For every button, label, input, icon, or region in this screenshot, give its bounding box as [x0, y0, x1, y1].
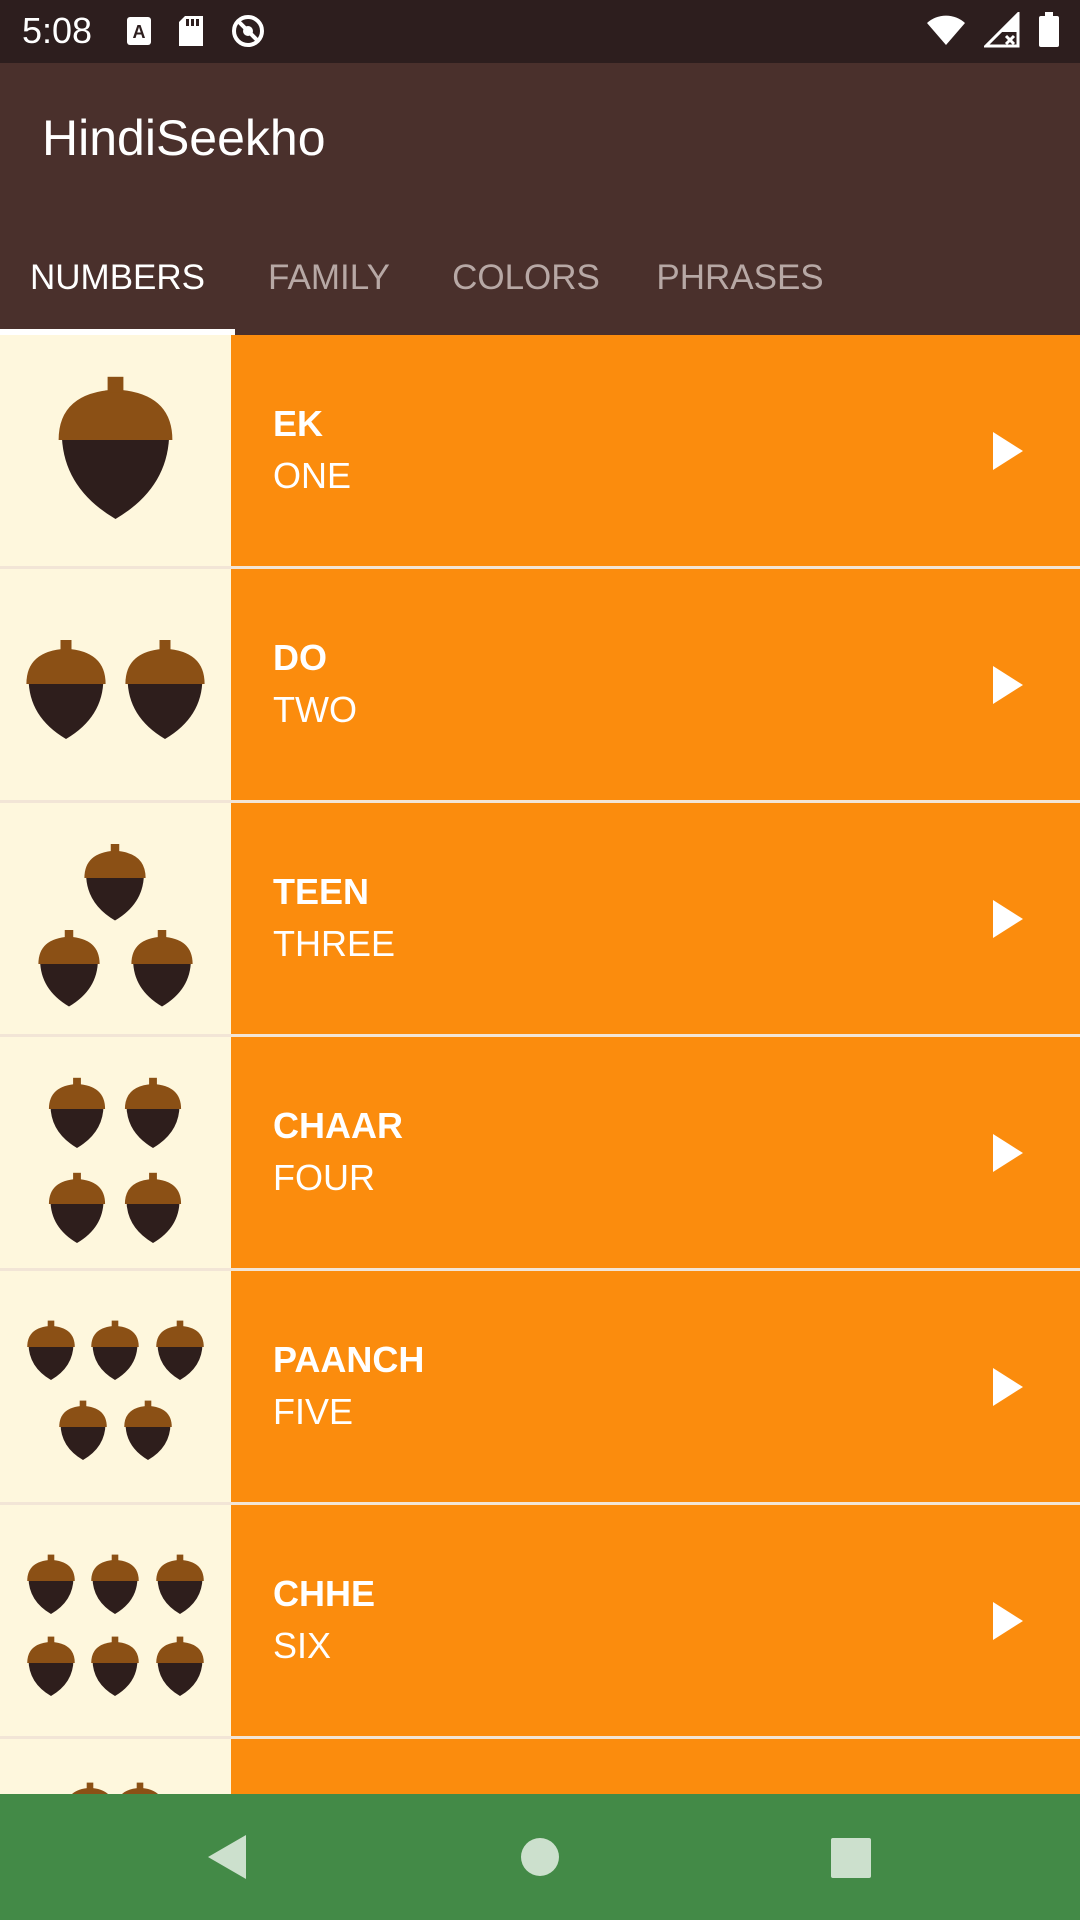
- tab-bar: NUMBERS FAMILY COLORS PHRASES: [0, 223, 1080, 335]
- english-word: TWO: [273, 689, 357, 730]
- list-item[interactable]: TEEN THREE: [0, 803, 1080, 1034]
- numbers-list[interactable]: EK ONE DO TWO TEEN THREE CHAAR FOUR PAAN…: [0, 335, 1080, 1794]
- tab-numbers[interactable]: NUMBERS: [0, 223, 235, 335]
- status-system-icons: [926, 10, 1060, 53]
- status-time: 5:08: [22, 10, 93, 51]
- hindi-word: PAANCH: [273, 1339, 425, 1380]
- english-word: ONE: [273, 455, 352, 496]
- list-item[interactable]: [0, 1739, 1080, 1794]
- english-word: FIVE: [273, 1391, 354, 1432]
- english-word: FOUR: [273, 1157, 375, 1198]
- app-title: HindiSeekho: [42, 110, 326, 166]
- list-item[interactable]: PAANCH FIVE: [0, 1271, 1080, 1502]
- hindi-word: DO: [273, 637, 327, 678]
- status-bar: 5:08 A: [0, 0, 1080, 63]
- home-circle-icon[interactable]: [480, 1794, 600, 1920]
- hindi-word: CHHE: [273, 1573, 376, 1614]
- play-icon[interactable]: [993, 1368, 1023, 1411]
- no-sync-icon: [230, 13, 266, 54]
- hindi-word: EK: [273, 403, 324, 444]
- acorn-five-icon: [0, 1271, 231, 1502]
- svg-text:A: A: [133, 22, 146, 42]
- play-icon[interactable]: [993, 1602, 1023, 1645]
- navigation-bar: [0, 1794, 1080, 1920]
- battery-icon: [1038, 12, 1060, 53]
- english-word: SIX: [273, 1625, 332, 1666]
- acorn-six-icon: [0, 1505, 231, 1736]
- acorn-seven-icon: [0, 1739, 231, 1794]
- hindi-word: CHAAR: [273, 1105, 403, 1146]
- back-triangle-icon[interactable]: [166, 1794, 286, 1920]
- list-item[interactable]: DO TWO: [0, 569, 1080, 800]
- signal-icon: [982, 10, 1020, 53]
- status-notification-icons: A: [126, 13, 266, 54]
- acorn-three-icon: [0, 803, 231, 1034]
- acorn-one-icon: [0, 335, 231, 566]
- play-icon[interactable]: [993, 432, 1023, 475]
- play-icon[interactable]: [993, 900, 1023, 943]
- play-icon[interactable]: [993, 666, 1023, 709]
- list-item[interactable]: CHAAR FOUR: [0, 1037, 1080, 1268]
- play-icon[interactable]: [993, 1134, 1023, 1177]
- tab-phrases[interactable]: PHRASES: [640, 223, 840, 335]
- hindi-word: TEEN: [273, 871, 370, 912]
- wifi-icon: [926, 14, 966, 51]
- acorn-two-icon: [0, 569, 231, 800]
- tab-colors[interactable]: COLORS: [432, 223, 620, 335]
- recents-square-icon[interactable]: [790, 1794, 910, 1920]
- acorn-four-icon: [0, 1037, 231, 1268]
- list-item[interactable]: CHHE SIX: [0, 1505, 1080, 1736]
- list-item[interactable]: EK ONE: [0, 335, 1080, 566]
- font-a-icon: A: [126, 16, 152, 51]
- sd-card-icon: [178, 15, 204, 52]
- tab-family[interactable]: FAMILY: [240, 223, 418, 335]
- app-bar: HindiSeekho NUMBERS FAMILY COLORS PHRASE…: [0, 63, 1080, 335]
- english-word: THREE: [273, 923, 396, 964]
